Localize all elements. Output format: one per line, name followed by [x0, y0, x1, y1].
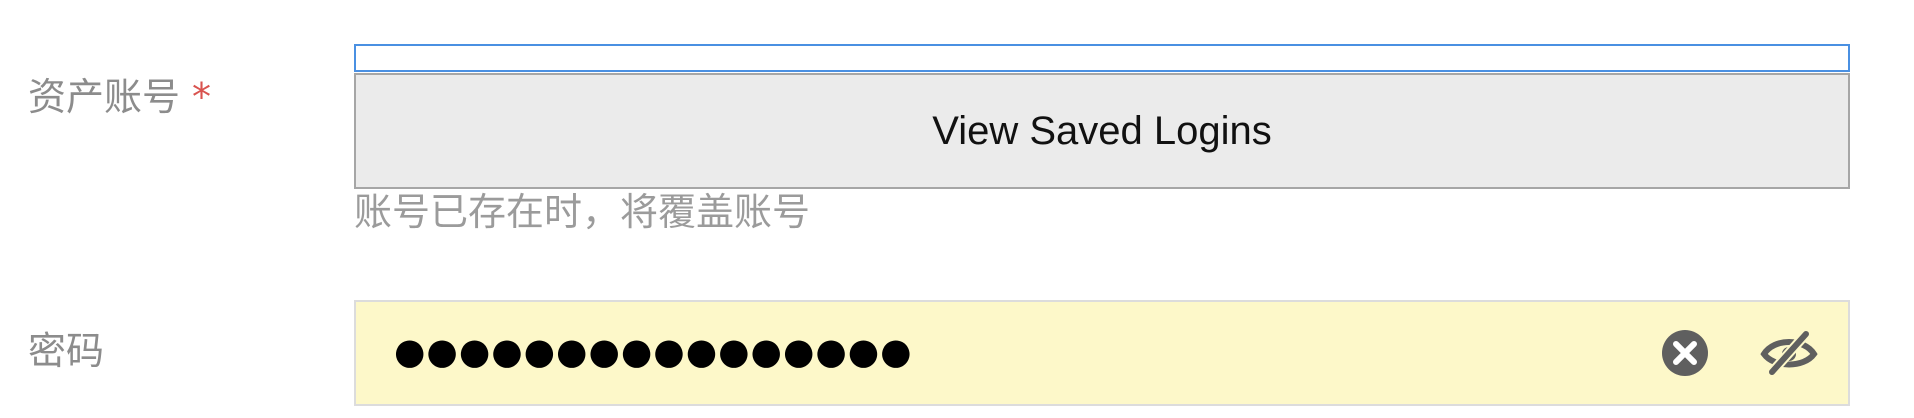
view-saved-logins-button[interactable]: View Saved Logins — [354, 73, 1850, 189]
eye-slash-icon[interactable] — [1760, 328, 1818, 378]
required-asterisk: * — [192, 75, 212, 119]
account-label-row: 资产账号 * — [28, 78, 211, 116]
asset-account-form: 资产账号 * View Saved Logins 账号已存在时，将覆盖账号 密码 … — [0, 0, 1914, 418]
account-label: 资产账号 — [28, 75, 181, 119]
password-masked-value: ●●●●●●●●●●●●●●●● — [394, 331, 913, 373]
clear-circle-icon[interactable] — [1660, 328, 1710, 378]
account-input[interactable] — [354, 44, 1850, 72]
password-label: 密码 — [28, 329, 105, 373]
account-helper-text: 账号已存在时，将覆盖账号 — [354, 190, 811, 234]
password-input[interactable]: ●●●●●●●●●●●●●●●● — [354, 300, 1850, 406]
